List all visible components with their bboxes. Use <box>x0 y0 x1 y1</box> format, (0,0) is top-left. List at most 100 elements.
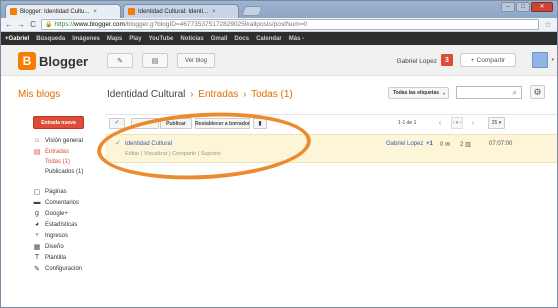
home-icon: ⌂ <box>34 137 40 144</box>
share-button[interactable]: + Compartir <box>460 53 516 67</box>
breadcrumb-filter: Todas (1) <box>251 89 293 100</box>
sidebar-item-template[interactable]: T Plantilla <box>33 252 83 263</box>
sidebar-item-earnings[interactable]: ♆ Ingresos <box>33 230 83 241</box>
maximize-button[interactable]: □ <box>516 2 530 12</box>
blogger-favicon-icon <box>10 8 17 15</box>
sidebar-item-settings[interactable]: ✎ Configuración <box>33 263 83 274</box>
select-all-checkbox[interactable]: ✓ <box>109 118 125 129</box>
gbar-item-play[interactable]: Play <box>129 36 141 42</box>
page-menu-button[interactable]: ‹ ▾ › <box>451 117 463 129</box>
tab-blogger[interactable]: Blogger: Identidad Cultu... × <box>5 4 121 18</box>
labels-dropdown[interactable]: Todas las etiquetas ▾ <box>388 87 449 99</box>
new-entry-button[interactable]: Entrada nueva <box>33 116 84 129</box>
posts-icon: ▤ <box>33 148 41 156</box>
user-name[interactable]: Gabriel Lopez <box>397 58 437 65</box>
new-post-button[interactable]: ✎ <box>107 53 133 68</box>
breadcrumb-section[interactable]: Entradas <box>198 89 238 100</box>
gbar-item-docs[interactable]: Docs <box>234 36 249 42</box>
post-title-link[interactable]: Identidad Cultural <box>125 141 172 147</box>
stats-icon: ◕ <box>34 221 40 228</box>
new-tab-button[interactable] <box>241 6 263 16</box>
search-icon[interactable]: ⌕ <box>513 88 517 98</box>
gbar-item-news[interactable]: Noticias <box>180 36 203 42</box>
tab-label: Identidad Cultural: Identi... <box>138 8 209 15</box>
breadcrumb-blog[interactable]: Identidad Cultural <box>107 89 185 100</box>
per-page-dropdown[interactable]: 25 ▾ <box>488 117 505 129</box>
navigation-bar: ← → C 🔒 https:// www.blogger.com /blogge… <box>1 18 557 32</box>
sidebar-subitem-all[interactable]: Todas (1) <box>33 157 83 167</box>
avatar[interactable] <box>532 52 548 68</box>
google-plus-icon: g <box>35 210 39 217</box>
previous-page-button[interactable]: ‹ <box>433 117 447 129</box>
close-window-button[interactable]: ✕ <box>531 2 553 12</box>
blogger-favicon-icon <box>128 8 135 15</box>
url-scheme: https:// <box>54 21 74 28</box>
chevron-down-icon: ▾ <box>143 120 147 127</box>
blogger-logo[interactable]: B Blogger <box>18 52 88 70</box>
gbar-item-profile[interactable]: +Gabriel <box>5 36 29 42</box>
table-row[interactable]: ✓ Identidad Cultural Editar | Visualizar… <box>105 134 557 163</box>
minimize-button[interactable]: – <box>501 2 515 12</box>
sidebar-item-label: Comentarios <box>45 199 80 206</box>
gbar-item-youtube[interactable]: YouTube <box>149 36 174 42</box>
pencil-icon: ✎ <box>117 57 123 65</box>
search-input[interactable]: ⌕ <box>456 86 522 99</box>
view-blog-button[interactable]: Ver blog <box>177 53 215 68</box>
gbar-item-gmail[interactable]: Gmail <box>211 36 228 42</box>
posts-list-button[interactable]: ▤ <box>142 53 168 68</box>
sidebar-item-pages[interactable]: ▢ Páginas <box>33 186 83 197</box>
post-time: 07:07:00 <box>489 141 513 147</box>
publish-button[interactable]: Publicar <box>160 118 192 129</box>
layout-icon: ▦ <box>33 243 41 251</box>
template-icon: T <box>34 254 40 261</box>
sidebar-item-posts[interactable]: ▤ Entradas <box>33 146 83 157</box>
view-count: 2 ▥ <box>460 142 471 148</box>
sidebar-item-stats[interactable]: ◕ Estadísticas <box>33 219 83 230</box>
next-page-button[interactable]: › <box>466 117 480 129</box>
sidebar-item-label: Google+ <box>45 210 68 217</box>
gbar-item-images[interactable]: Imágenes <box>72 36 100 42</box>
sidebar-item-label: Diseño <box>45 243 64 250</box>
sidebar-item-label: Ingresos <box>45 232 69 239</box>
sidebar-nav: ⌂ Visión general ▤ Entradas Todas (1) Pu… <box>33 135 84 274</box>
bookmark-star-icon[interactable]: ☆ <box>543 20 553 29</box>
gbar-item-search[interactable]: Búsqueda <box>36 36 65 42</box>
close-tab-icon[interactable]: × <box>93 9 97 15</box>
close-tab-icon[interactable]: × <box>212 9 216 15</box>
reload-icon[interactable]: C <box>29 20 37 29</box>
label-dropdown-button[interactable]: ▾ <box>131 118 159 129</box>
gbar-item-maps[interactable]: Maps <box>107 36 122 42</box>
gbar-item-calendar[interactable]: Calendar <box>256 36 282 42</box>
sidebar-item-label: Páginas <box>45 188 67 195</box>
gear-icon[interactable]: ⚙ <box>530 85 545 99</box>
sidebar-item-google-plus[interactable]: g Google+ <box>33 208 83 219</box>
comment-count[interactable]: 0 ✉ <box>440 141 450 148</box>
row-checkbox[interactable]: ✓ <box>115 139 121 147</box>
sidebar-item-layout[interactable]: ▦ Diseño <box>33 241 83 252</box>
google-bar: +Gabriel Búsqueda Imágenes Maps Play You… <box>1 32 557 45</box>
forward-icon[interactable]: → <box>17 20 25 29</box>
gbar-item-more[interactable]: Más - <box>289 36 304 42</box>
sidebar-item-overview[interactable]: ⌂ Visión general <box>33 135 83 146</box>
post-actions[interactable]: Editar | Visualizar | Compartir | Suprim… <box>125 151 221 157</box>
sidebar-item-comments[interactable]: ▬ Comentarios <box>33 197 83 208</box>
sidebar-item-label: Configuración <box>45 265 83 272</box>
sidebar-item-label: Entradas <box>45 148 70 155</box>
my-blogs-link[interactable]: Mis blogs <box>18 89 60 100</box>
sidebar-item-label: Estadísticas <box>45 221 78 228</box>
chevron-down-icon: ▾ <box>443 90 446 96</box>
address-bar[interactable]: 🔒 https:// www.blogger.com /blogger.g?bl… <box>41 19 539 30</box>
tab-identidad-cultural[interactable]: Identidad Cultural: Identi... × <box>123 4 239 18</box>
labels-dropdown-value: Todas las etiquetas <box>393 90 440 96</box>
sidebar-subitem-published[interactable]: Publicados (1) <box>33 167 83 177</box>
post-author[interactable]: Gabriel Lopez <box>386 141 423 147</box>
tab-label: Blogger: Identidad Cultu... <box>20 8 90 15</box>
notifications-badge[interactable]: 3 <box>441 54 453 66</box>
revert-to-draft-button[interactable]: Restablecer a borrador <box>195 118 250 129</box>
breadcrumb-separator: › <box>190 89 194 100</box>
wrench-icon: ✎ <box>34 265 40 273</box>
back-icon[interactable]: ← <box>5 20 13 29</box>
window-controls: – □ ✕ <box>501 2 553 12</box>
trash-icon[interactable]: ▮ <box>253 118 267 129</box>
chevron-down-icon[interactable]: ▾ <box>551 57 554 63</box>
